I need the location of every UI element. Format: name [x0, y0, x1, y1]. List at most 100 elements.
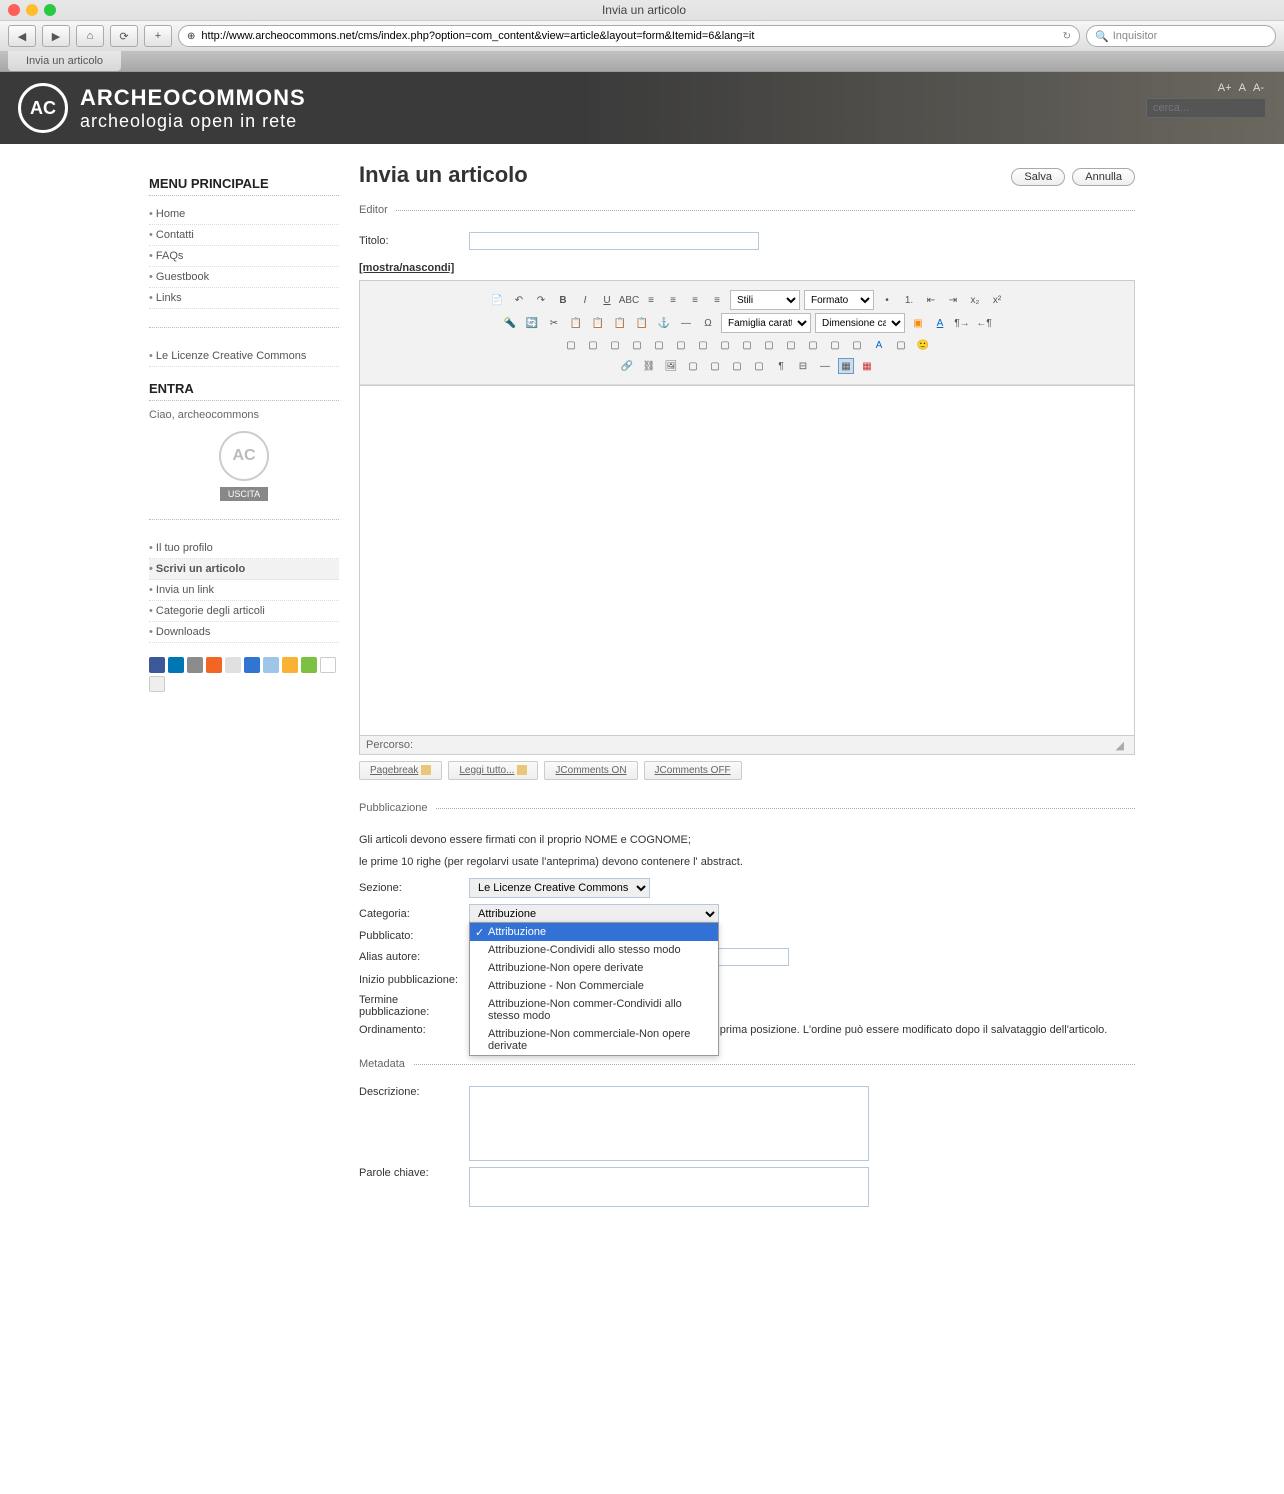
style-icon[interactable]: ▢	[650, 336, 668, 354]
help-icon[interactable]	[149, 676, 165, 692]
editor-textarea[interactable]	[360, 385, 1134, 735]
categoria-option[interactable]: Attribuzione-Non commerciale-Non opere d…	[470, 1025, 718, 1055]
ins-icon[interactable]: ▢	[760, 336, 778, 354]
acronym-icon[interactable]: ▢	[716, 336, 734, 354]
color-a-icon[interactable]: A	[870, 336, 888, 354]
code-icon[interactable]: ▢	[684, 357, 702, 375]
font-default-icon[interactable]: A	[1239, 82, 1246, 94]
media-icon[interactable]: ▢	[706, 357, 724, 375]
visualchars-icon[interactable]: ▢	[804, 336, 822, 354]
browser-search[interactable]: 🔍 Inquisitor	[1086, 25, 1276, 47]
table-icon[interactable]: ▦	[838, 358, 854, 374]
abs-icon[interactable]: ▢	[628, 336, 646, 354]
char-icon[interactable]: Ω	[699, 314, 717, 332]
indent-icon[interactable]: ⇥	[944, 291, 962, 309]
jcomments-on-button[interactable]: JComments ON	[544, 761, 637, 780]
fontfamily-select[interactable]: Famiglia caratt	[721, 313, 811, 333]
hr-icon[interactable]: —	[677, 314, 695, 332]
layer-icon[interactable]: ▢	[562, 336, 580, 354]
paste-text-icon[interactable]: 📋	[611, 314, 629, 332]
smiley-icon[interactable]: 🙂	[914, 336, 932, 354]
layer-back-icon[interactable]: ▢	[584, 336, 602, 354]
digg-icon[interactable]	[225, 657, 241, 673]
sidebar-item[interactable]: Home	[149, 204, 339, 225]
home-button[interactable]: ⌂	[76, 25, 104, 47]
align-right-icon[interactable]: ≡	[686, 291, 704, 309]
community-icon[interactable]	[301, 657, 317, 673]
forward-button[interactable]: ▶	[42, 25, 70, 47]
undo-icon[interactable]: ↶	[510, 291, 528, 309]
categoria-option[interactable]: Attribuzione	[470, 923, 718, 941]
google-icon[interactable]	[320, 657, 336, 673]
outdent-icon[interactable]: ⇤	[922, 291, 940, 309]
cut-icon[interactable]: ✂	[545, 314, 563, 332]
sidebar-item[interactable]: Invia un link	[149, 580, 339, 601]
toggle-editor-link[interactable]: [mostra/nascondi]	[359, 262, 454, 274]
font-increase-icon[interactable]: A+	[1218, 82, 1232, 94]
parole-chiave-textarea[interactable]	[469, 1167, 869, 1207]
clean-icon[interactable]: ▢	[892, 336, 910, 354]
categoria-option[interactable]: Attribuzione - Non Commerciale	[470, 977, 718, 995]
nbsp-icon[interactable]: ▢	[826, 336, 844, 354]
zoom-window-icon[interactable]	[44, 4, 56, 16]
url-input[interactable]	[201, 30, 1056, 42]
sidebar-item[interactable]: Downloads	[149, 622, 339, 643]
categoria-option[interactable]: Attribuzione-Non commer-Condividi allo s…	[470, 995, 718, 1025]
save-button[interactable]: Salva	[1011, 168, 1065, 186]
backcolor-icon[interactable]: ▣	[909, 314, 927, 332]
strike-icon[interactable]: ABC	[620, 291, 638, 309]
rss-icon[interactable]	[206, 657, 222, 673]
ol-icon[interactable]: 1.	[900, 291, 918, 309]
sidebar-item[interactable]: Le Licenze Creative Commons	[149, 346, 339, 367]
abbr-icon[interactable]: ▢	[694, 336, 712, 354]
sidebar-item[interactable]: Scrivi un articolo	[149, 559, 339, 580]
template-icon[interactable]: ▢	[848, 336, 866, 354]
styles-select[interactable]: Stili	[730, 290, 800, 310]
logout-button[interactable]: USCITA	[220, 487, 268, 501]
redo-icon[interactable]: ↷	[532, 291, 550, 309]
fullscreen-icon[interactable]: ▢	[728, 357, 746, 375]
unlink-icon[interactable]: ⛓	[640, 357, 658, 375]
add-button[interactable]: +	[144, 25, 172, 47]
replace-icon[interactable]: 🔄	[523, 314, 541, 332]
url-bar[interactable]: ⊕ ↻	[178, 25, 1080, 47]
pagebreak-button[interactable]: Pagebreak	[359, 761, 442, 780]
paste-icon[interactable]: 📋	[589, 314, 607, 332]
back-button[interactable]: ◀	[8, 25, 36, 47]
ul-icon[interactable]: •	[878, 291, 896, 309]
categoria-option[interactable]: Attribuzione-Condividi allo stesso modo	[470, 941, 718, 959]
categoria-select[interactable]: Attribuzione AttribuzioneAttribuzione-Co…	[469, 904, 719, 924]
align-center-icon[interactable]: ≡	[664, 291, 682, 309]
readmore-button[interactable]: Leggi tutto...	[448, 761, 538, 780]
delicious-icon[interactable]	[244, 657, 260, 673]
pagebreak-icon[interactable]: ⊟	[794, 357, 812, 375]
font-decrease-icon[interactable]: A-	[1253, 82, 1264, 94]
link-icon[interactable]: 🔗	[618, 357, 636, 375]
facebook-icon[interactable]	[149, 657, 165, 673]
sidebar-item[interactable]: FAQs	[149, 246, 339, 267]
fontsize-select[interactable]: Dimensione ca	[815, 313, 905, 333]
anchor-icon[interactable]: ⚓	[655, 314, 673, 332]
format-select[interactable]: Formato	[804, 290, 874, 310]
image-icon[interactable]: 🖼	[662, 357, 680, 375]
copy-icon[interactable]: 📋	[567, 314, 585, 332]
sidebar-item[interactable]: Contatti	[149, 225, 339, 246]
linkedin-icon[interactable]	[168, 657, 184, 673]
site-search-input[interactable]	[1146, 98, 1266, 118]
cite-icon[interactable]: ▢	[672, 336, 690, 354]
reader-icon[interactable]: ↻	[1063, 31, 1071, 42]
sup-icon[interactable]: x²	[988, 291, 1006, 309]
sub-icon[interactable]: x₂	[966, 291, 984, 309]
cancel-button[interactable]: Annulla	[1072, 168, 1135, 186]
layer-front-icon[interactable]: ▢	[606, 336, 624, 354]
find-icon[interactable]: 🔦	[501, 314, 519, 332]
forecolor-icon[interactable]: A	[931, 314, 949, 332]
rtl-icon[interactable]: ←¶	[975, 314, 993, 332]
table-del-icon[interactable]: ▦	[858, 357, 876, 375]
new-doc-icon[interactable]: 📄	[488, 291, 506, 309]
attribs-icon[interactable]: ▢	[782, 336, 800, 354]
del-icon[interactable]: ▢	[738, 336, 756, 354]
resize-handle-icon[interactable]: ◢	[1116, 739, 1128, 752]
preview-icon[interactable]: ▢	[750, 357, 768, 375]
reload-button[interactable]: ⟳	[110, 25, 138, 47]
